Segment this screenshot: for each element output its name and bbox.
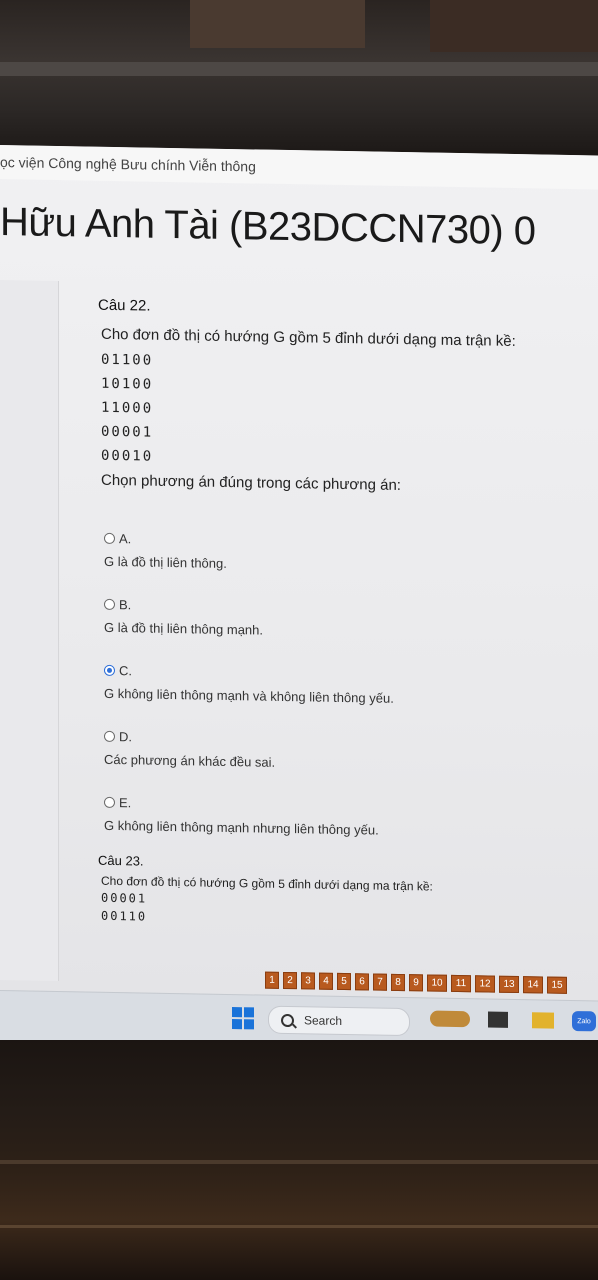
question-nav-button[interactable]: 6 — [355, 973, 369, 991]
file-explorer-icon[interactable] — [532, 1012, 554, 1029]
radio-button-a[interactable] — [104, 532, 115, 545]
desk-edge — [0, 1160, 598, 1164]
monitor-bezel-top — [0, 0, 598, 150]
option-e[interactable]: E. G không liên thông mạnh nhưng liên th… — [104, 795, 568, 841]
option-letter: D. — [119, 729, 132, 745]
start-tile — [244, 1007, 254, 1018]
option-letter: A. — [119, 531, 132, 547]
option-b[interactable]: B. G là đồ thị liên thông mạnh. — [104, 597, 568, 643]
option-letter: B. — [119, 597, 132, 613]
question-nav-button[interactable]: 13 — [499, 975, 519, 994]
question-nav-button[interactable]: 4 — [319, 972, 333, 990]
weather-widget-icon[interactable] — [430, 1010, 470, 1028]
option-d[interactable]: D. Các phương án khác đều sai. — [104, 729, 568, 775]
option-text: G là đồ thị liên thông. — [104, 553, 227, 571]
question-navigation: 1 2 3 4 5 6 7 8 9 10 11 12 13 14 15 — [265, 971, 567, 994]
radio-button-e[interactable] — [104, 796, 115, 809]
left-panel — [0, 280, 59, 982]
question-nav-button[interactable]: 5 — [337, 972, 351, 991]
question-nav-button[interactable]: 14 — [523, 976, 543, 994]
question-nav-button[interactable]: 8 — [391, 973, 405, 992]
bezel-strip — [0, 62, 598, 76]
question-nav-button[interactable]: 9 — [409, 974, 423, 992]
option-letter: C. — [119, 663, 132, 679]
start-tile — [232, 1007, 242, 1018]
question-23: Câu 23. Cho đơn đồ thị có hướng G gồm 5 … — [98, 853, 568, 931]
option-text: G không liên thông mạnh nhưng liên thông… — [104, 817, 379, 838]
widgets-icon[interactable] — [488, 1011, 508, 1028]
background-object — [190, 0, 365, 48]
option-a[interactable]: A. G là đồ thị liên thông. — [104, 531, 568, 577]
question-nav-button[interactable]: 11 — [451, 974, 471, 993]
matrix-row: 01100 — [101, 351, 154, 369]
question-nav-button[interactable]: 10 — [427, 974, 447, 992]
monitor-bezel-bottom — [0, 1040, 598, 1280]
question-area: Câu 22. Cho đơn đồ thị có hướng G gồm 5 … — [98, 297, 568, 935]
option-c[interactable]: C. G không liên thông mạnh và không liên… — [104, 663, 568, 709]
matrix-row: 11000 — [101, 399, 154, 417]
taskbar-search-box[interactable]: Search — [268, 1005, 410, 1037]
question-nav-button[interactable]: 1 — [265, 971, 279, 989]
matrix-row: 00010 — [101, 447, 154, 465]
radio-button-b[interactable] — [104, 598, 115, 611]
radio-button-d[interactable] — [104, 730, 115, 743]
option-letter: E. — [119, 795, 132, 811]
student-name-heading: Hữu Anh Tài (B23DCCN730) 0 — [0, 200, 536, 254]
site-name: ọc viện Công nghệ Bưu chính Viễn thông — [0, 154, 256, 175]
question-nav-button[interactable]: 12 — [475, 975, 495, 993]
search-label: Search — [304, 1013, 343, 1028]
option-text: Các phương án khác đều sai. — [104, 751, 276, 770]
search-icon — [281, 1013, 294, 1027]
option-text: G không liên thông mạnh và không liên th… — [104, 685, 394, 706]
question-nav-button[interactable]: 2 — [283, 971, 297, 990]
question-label: Câu 23. — [98, 852, 144, 869]
zalo-label: Zalo — [577, 1017, 591, 1025]
windows-start-icon[interactable] — [232, 1007, 254, 1030]
question-text: Cho đơn đồ thị có hướng G gồm 5 đỉnh dướ… — [101, 325, 516, 351]
question-nav-button[interactable]: 7 — [373, 973, 387, 991]
adjacency-matrix: 01100 10100 11000 00001 00010 — [98, 352, 568, 472]
top-bar: ọc viện Công nghệ Bưu chính Viễn thông — [0, 145, 598, 190]
question-22: Câu 22. Cho đơn đồ thị có hướng G gồm 5 … — [98, 297, 568, 841]
matrix-row: 00110 — [101, 908, 148, 924]
question-nav-button[interactable]: 3 — [301, 972, 315, 990]
desk-edge — [0, 1225, 598, 1228]
radio-button-c-selected[interactable] — [104, 664, 115, 677]
monitor-screen: ọc viện Công nghệ Bưu chính Viễn thông H… — [0, 145, 598, 1061]
question-instruction: Chọn phương án đúng trong các phương án: — [101, 471, 401, 494]
question-label: Câu 22. — [98, 296, 151, 315]
matrix-row: 00001 — [101, 423, 154, 441]
zalo-icon[interactable]: Zalo — [572, 1010, 596, 1032]
question-nav-button[interactable]: 15 — [547, 976, 567, 994]
start-tile — [232, 1019, 242, 1030]
start-tile — [244, 1019, 254, 1030]
option-text: G là đồ thị liên thông mạnh. — [104, 619, 263, 638]
matrix-row: 10100 — [101, 375, 154, 393]
background-object — [430, 0, 598, 52]
